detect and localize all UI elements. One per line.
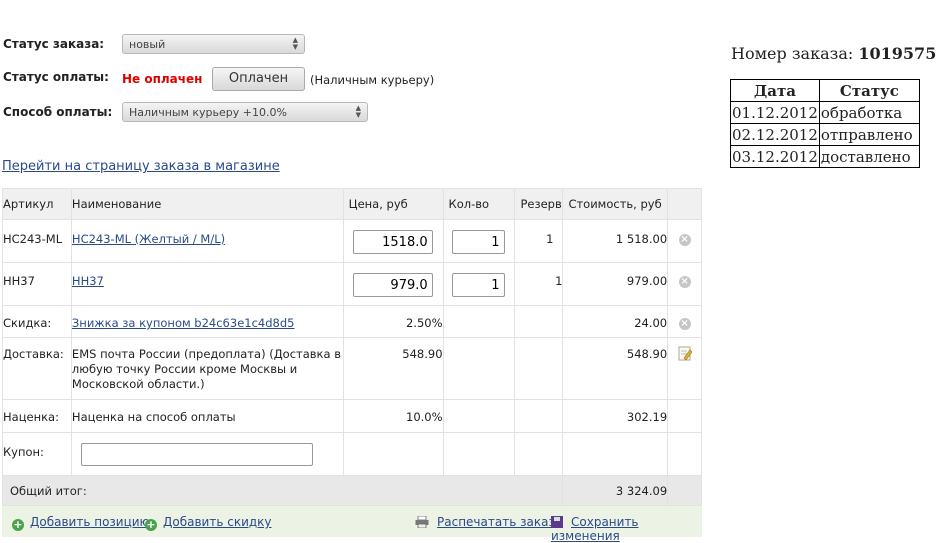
item-reserve: 1 <box>514 262 564 306</box>
order-items-table: Артикул Наименование Цена, руб Кол-во Ре… <box>1 188 702 507</box>
delivery-label: Доставка: <box>2 337 72 400</box>
payment-method-label: Способ оплаты: <box>3 105 113 119</box>
delete-icon[interactable]: × <box>678 276 691 288</box>
table-row: HH37 HH37 1 979.00 × <box>2 262 702 306</box>
delete-icon[interactable]: × <box>678 234 691 246</box>
markup-cost: 302.19 <box>562 399 669 433</box>
table-row: Купон: <box>2 432 702 476</box>
mark-paid-button[interactable]: Оплачен <box>212 67 305 91</box>
item-name-link[interactable]: HC243-ML (Желтый / M/L) <box>72 232 225 246</box>
table-row: Доставка: EMS почта России (предоплата) … <box>2 337 702 400</box>
store-order-link[interactable]: Перейти на страницу заказа в магазине <box>2 159 280 174</box>
col-header-price: Цена, руб <box>342 188 444 220</box>
item-qty-input[interactable] <box>451 230 505 254</box>
plus-icon: + <box>145 518 157 531</box>
printer-icon <box>415 516 429 528</box>
table-row: 03.12.2012 доставлено <box>730 145 920 168</box>
coupon-input[interactable] <box>80 443 313 466</box>
table-row: HC243-ML HC243-ML (Желтый / M/L) 1 1 518… <box>2 219 702 263</box>
total-label: Общий итог: <box>1 475 564 507</box>
history-header-row: Дата Статус <box>730 79 920 102</box>
status-history-table: Дата Статус 01.12.2012 обработка 02.12.2… <box>730 79 920 168</box>
col-header-name: Наименование <box>70 188 344 220</box>
item-cost: 1 518.00 <box>562 219 669 263</box>
item-sku: HC243-ML <box>2 219 72 263</box>
item-reserve: 1 <box>514 219 564 263</box>
payment-method-value: Наличным курьеру +10.0% <box>129 106 287 119</box>
order-number-value: 1019575 <box>858 44 937 63</box>
order-number-label: Номер заказа: <box>731 44 854 63</box>
item-qty-input[interactable] <box>451 273 505 297</box>
history-header-status: Статус <box>818 79 920 102</box>
delete-icon[interactable]: × <box>678 318 691 330</box>
discount-name-link[interactable]: Знижка за купоном b24c63e1c4d8d5 <box>72 316 295 330</box>
col-header-reserve: Резерв <box>514 188 564 220</box>
save-changes-link[interactable]: Сохранить изменения <box>551 515 639 543</box>
item-sku: HH37 <box>2 262 72 306</box>
col-header-sku: Артикул <box>2 188 72 220</box>
total-value: 3 324.09 <box>562 475 669 507</box>
save-icon <box>551 516 563 528</box>
chevron-updown-icon: ▲ ▼ <box>355 104 361 119</box>
table-header-row: Артикул Наименование Цена, руб Кол-во Ре… <box>2 188 702 220</box>
history-status: доставлено <box>818 145 920 168</box>
plus-icon: + <box>12 518 24 531</box>
coupon-label: Купон: <box>2 432 72 476</box>
table-row: 01.12.2012 обработка <box>730 101 920 124</box>
history-date: 02.12.2012 <box>730 123 820 146</box>
history-date: 03.12.2012 <box>730 145 820 168</box>
total-row: Общий итог: 3 324.09 <box>1 475 702 507</box>
save-action[interactable]: Сохранить изменения <box>551 515 702 543</box>
order-status-value: новый <box>129 38 166 51</box>
payment-status-label: Статус оплаты: <box>3 70 109 84</box>
history-status: обработка <box>818 101 920 124</box>
discount-cost: 24.00 <box>562 305 669 338</box>
col-header-qty: Кол-во <box>442 188 516 220</box>
add-discount-action[interactable]: + Добавить скидку <box>145 515 272 531</box>
history-header-date: Дата <box>730 79 820 102</box>
item-name-link[interactable]: HH37 <box>72 274 104 288</box>
payment-note: (Наличным курьеру) <box>310 73 435 87</box>
col-header-cost: Стоимость, руб <box>562 188 669 220</box>
payment-status-value: Не оплачен <box>122 72 203 86</box>
order-number: Номер заказа: 1019575 <box>731 44 936 63</box>
add-item-link[interactable]: Добавить позицию <box>30 515 150 529</box>
history-date: 01.12.2012 <box>730 101 820 124</box>
actions-footer: + Добавить позицию + Добавить скидку Распе… <box>2 505 702 543</box>
order-status-label: Статус заказа: <box>3 37 105 51</box>
payment-method-select[interactable]: Наличным курьеру +10.0% ▲ ▼ <box>122 102 368 122</box>
markup-label: Наценка: <box>2 399 72 433</box>
markup-name: Наценка на способ оплаты <box>70 399 344 433</box>
markup-price: 10.0% <box>342 399 444 433</box>
delivery-name: EMS почта России (предоплата) (Доставка … <box>70 337 344 400</box>
table-row: Наценка: Наценка на способ оплаты 10.0% … <box>2 399 702 433</box>
print-action[interactable]: Распечатать заказ <box>415 515 555 529</box>
delivery-cost: 548.90 <box>562 337 669 400</box>
add-item-action[interactable]: + Добавить позицию <box>12 515 150 531</box>
add-discount-link[interactable]: Добавить скидку <box>163 515 272 529</box>
item-price-input[interactable] <box>352 230 433 254</box>
order-status-select[interactable]: новый ▲ ▼ <box>122 34 305 54</box>
table-row: Скидка: Знижка за купоном b24c63e1c4d8d5… <box>2 305 702 338</box>
item-price-input[interactable] <box>352 273 433 297</box>
item-cost: 979.00 <box>562 262 669 306</box>
chevron-updown-icon: ▲ ▼ <box>292 36 298 51</box>
discount-price: 2.50% <box>342 305 444 338</box>
print-order-link[interactable]: Распечатать заказ <box>437 515 555 529</box>
history-status: отправлено <box>818 123 920 146</box>
discount-label: Скидка: <box>2 305 72 338</box>
edit-note-icon[interactable] <box>678 346 692 361</box>
delivery-price: 548.90 <box>342 337 444 400</box>
table-row: 02.12.2012 отправлено <box>730 123 920 146</box>
